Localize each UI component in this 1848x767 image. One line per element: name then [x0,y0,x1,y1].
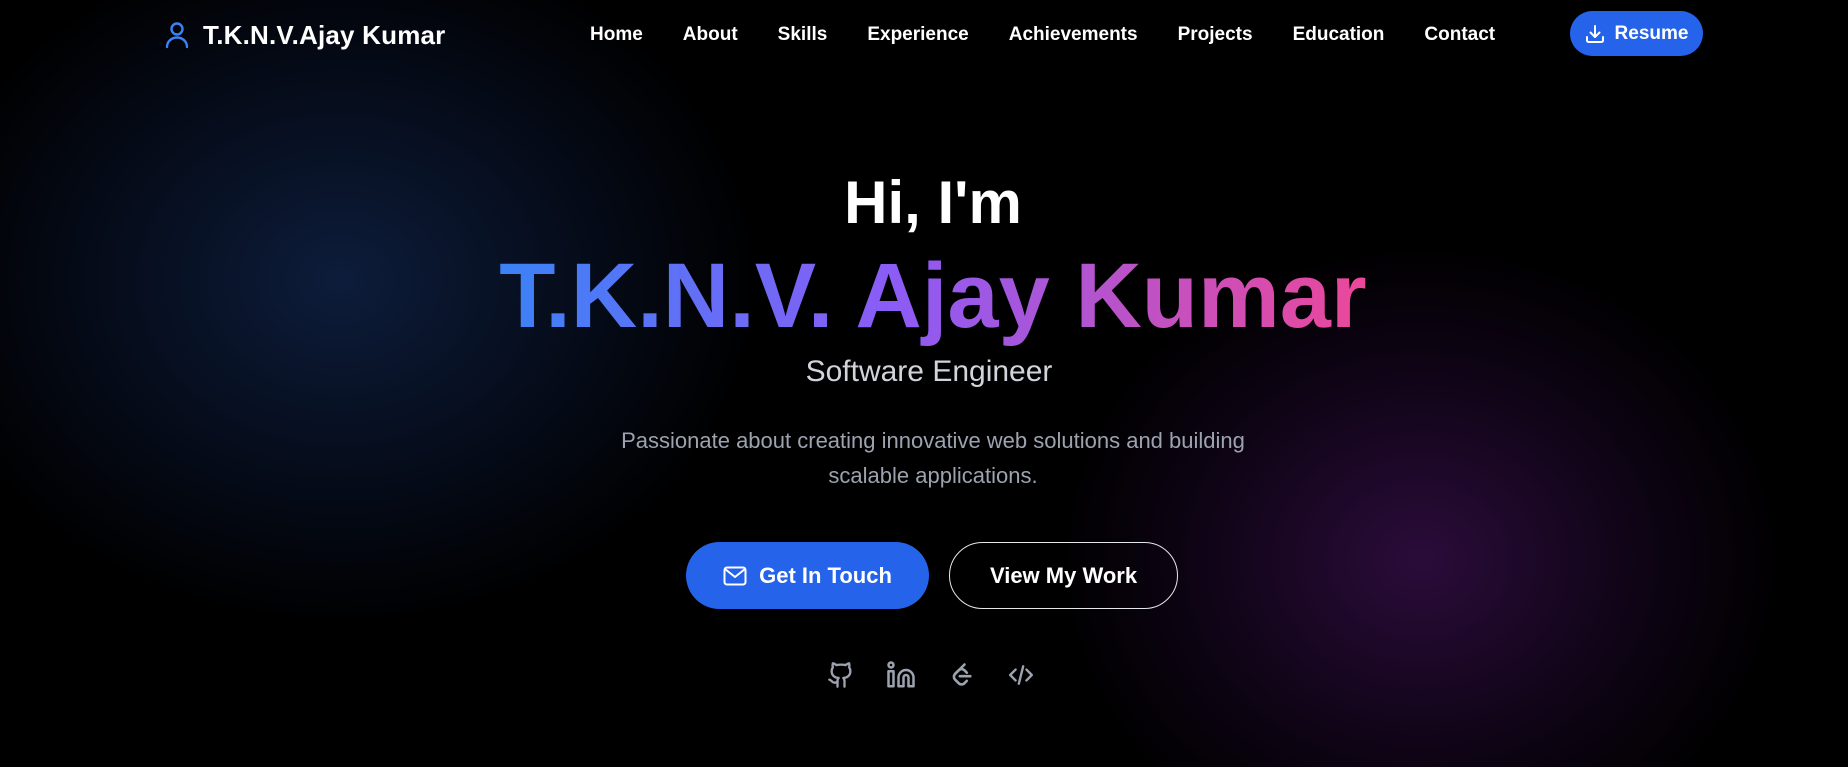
hero-role: Software Engineer [805,355,1053,388]
nav-link-projects[interactable]: Projects [1178,24,1253,46]
github-icon[interactable] [826,659,856,691]
hero-name: T.K.N.V. Ajay Kumar [0,240,1848,352]
view-my-work-button[interactable]: View My Work [949,542,1178,609]
cta-row: Get In Touch View My Work [0,542,1848,610]
nav-link-education[interactable]: Education [1293,24,1385,46]
nav-link-about[interactable]: About [683,24,738,46]
hero-description: Passionate about creating innovative web… [621,428,1245,488]
get-in-touch-label: Get In Touch [759,562,892,588]
mail-icon [723,566,747,586]
nav-link-contact[interactable]: Contact [1424,24,1495,46]
brand[interactable]: T.K.N.V.Ajay Kumar [165,18,446,52]
nav-link-achievements[interactable]: Achievements [1009,24,1138,46]
brand-name: T.K.N.V.Ajay Kumar [203,19,446,50]
hero-name-text: T.K.N.V. Ajay Kumar [499,245,1367,347]
resume-label: Resume [1614,22,1689,44]
leetcode-icon[interactable] [946,659,976,691]
hero-greeting: Hi, I'm [844,169,1022,236]
nav-links: Home About Skills Experience Achievement… [590,22,1495,48]
get-in-touch-button[interactable]: Get In Touch [686,542,929,609]
user-icon [165,21,191,49]
resume-button[interactable]: Resume [1570,11,1703,56]
download-icon [1585,24,1605,44]
linkedin-icon[interactable] [886,659,916,691]
nav-link-experience[interactable]: Experience [867,24,968,46]
navbar: T.K.N.V.Ajay Kumar Home About Skills Exp… [0,0,1848,70]
code-icon[interactable] [1006,659,1036,691]
nav-link-skills[interactable]: Skills [778,24,828,46]
nav-link-home[interactable]: Home [590,24,643,46]
social-links [826,658,1036,692]
hero-section: Hi, I'm T.K.N.V. Ajay Kumar Software Eng… [0,0,1848,767]
